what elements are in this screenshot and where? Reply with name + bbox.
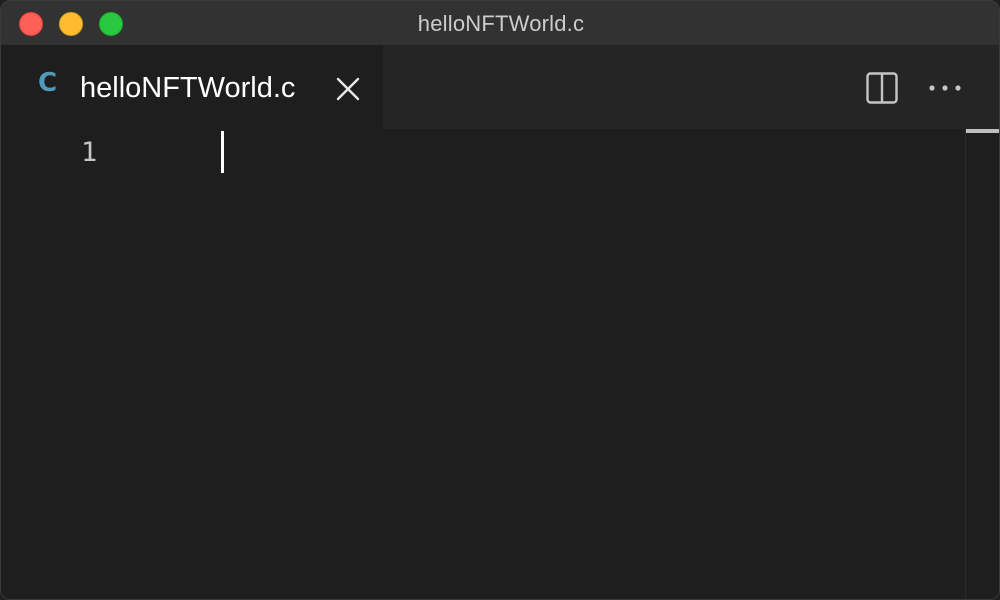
line-number: 1 (81, 137, 98, 168)
vertical-scrollbar[interactable] (965, 129, 999, 599)
tab-hellonftworld-c[interactable]: C helloNFTWorld.c (1, 45, 383, 129)
editor-window: helloNFTWorld.c C helloNFTWorld.c 1 (0, 0, 1000, 600)
scrollbar-position-indicator (966, 129, 999, 133)
code-editor[interactable]: 1 (1, 129, 999, 599)
tab-label: helloNFTWorld.c (80, 72, 296, 104)
code-line[interactable] (221, 135, 921, 175)
close-icon[interactable] (334, 75, 362, 103)
split-editor-icon[interactable] (865, 71, 899, 105)
window-title: helloNFTWorld.c (417, 11, 585, 36)
ellipsis-icon[interactable] (927, 79, 963, 97)
c-file-icon: C (38, 68, 58, 98)
tab-bar: C helloNFTWorld.c (1, 45, 999, 129)
text-cursor (221, 131, 224, 173)
title-bar: helloNFTWorld.c (1, 1, 999, 45)
